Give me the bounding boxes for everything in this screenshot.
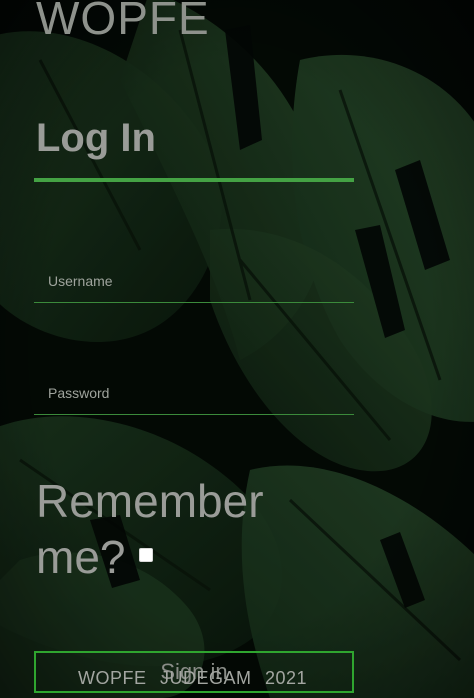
password-field bbox=[34, 372, 354, 416]
login-page: WOPFE Log In Remember me? Sign in WOPFE … bbox=[0, 0, 474, 698]
remember-me-label: Remember me? bbox=[36, 475, 264, 583]
monstera-leaves-background bbox=[0, 0, 474, 698]
checkbox-unchecked-icon[interactable] bbox=[139, 547, 154, 562]
heading-underline bbox=[34, 178, 354, 182]
footer-text: WOPFE JUDEGAM 2021 bbox=[78, 668, 308, 688]
password-input[interactable] bbox=[34, 372, 354, 415]
remember-me-row: Remember me? bbox=[36, 473, 336, 585]
brand-logo-text: WOPFE bbox=[36, 0, 210, 44]
username-input[interactable] bbox=[34, 260, 354, 303]
username-field bbox=[34, 260, 354, 304]
login-heading: Log In bbox=[36, 116, 156, 160]
